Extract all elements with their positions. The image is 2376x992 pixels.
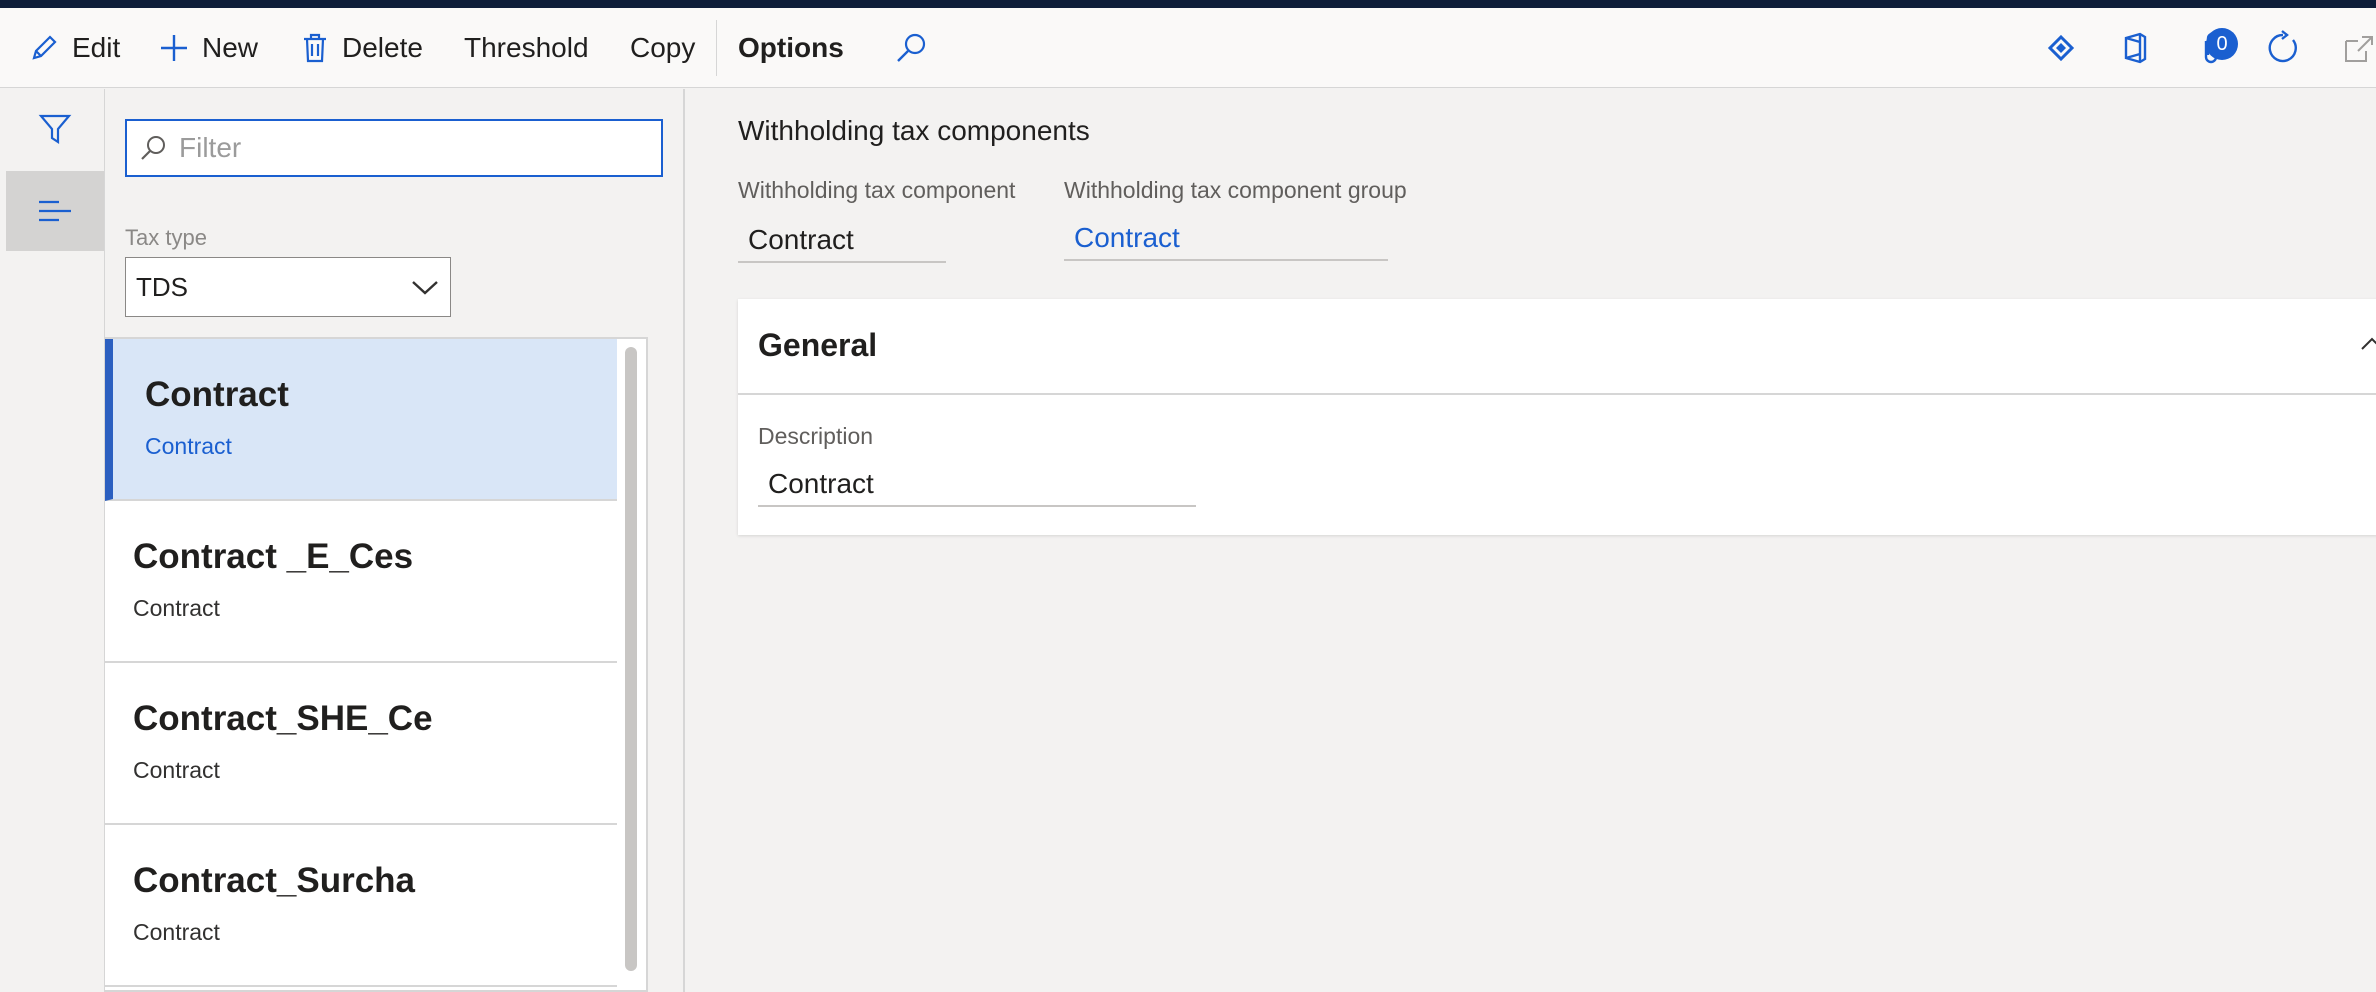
app-top-bar [0,0,2376,8]
new-button[interactable]: New [158,8,258,88]
office-icon [2124,32,2147,64]
delete-button[interactable]: Delete [300,8,423,88]
component-list: Contract Contract Contract _E_Ces Contra… [105,337,648,992]
list-item[interactable]: Contract_Surcha Contract [105,825,617,987]
chevron-up-icon [2361,337,2376,350]
detail-pane: Withholding tax components Withholding t… [686,89,2376,992]
filter-input[interactable] [177,131,641,165]
description-field[interactable]: Contract [758,463,1196,507]
list-pane: Tax type TDS Contract Contract Contract … [105,89,685,992]
options-label: Options [738,32,844,63]
general-section: General Description Contract [738,299,2376,535]
copy-button[interactable]: Copy [630,8,695,88]
list-item-subtitle: Contract [133,919,220,945]
chevron-down-icon [412,281,438,295]
search-icon [897,33,926,62]
threshold-button[interactable]: Threshold [464,8,589,88]
list-scrollbar[interactable] [625,347,637,971]
component-label: Withholding tax component [738,177,1016,203]
left-rail [6,89,105,992]
tax-type-value: TDS [136,271,188,302]
list-item-subtitle: Contract [133,595,220,621]
toolbar-divider [716,20,717,76]
list-item-title: Contract_SHE_Ce [133,699,433,738]
refresh-button[interactable] [2264,28,2302,68]
list-item-subtitle: Contract [145,433,232,459]
edit-button[interactable]: Edit [28,8,120,88]
tax-type-dropdown[interactable]: TDS [125,257,451,317]
refresh-icon [2268,30,2297,63]
diamond-icon [2047,34,2075,62]
list-item-title: Contract_Surcha [133,861,416,900]
list-item[interactable]: Contract_SHE_Ce Contract [105,663,617,825]
list-item-subtitle: Contract [133,757,220,783]
edit-label: Edit [72,32,121,63]
description-label: Description [758,423,874,449]
page-title: Withholding tax components [738,115,1090,146]
general-title: General [758,327,878,363]
group-label: Withholding tax component group [1064,177,1407,203]
general-section-header[interactable]: General [738,299,2376,395]
list-item-title: Contract _E_Ces [133,537,414,576]
tax-type-label: Tax type [125,225,207,250]
copy-label: Copy [630,32,696,63]
search-button[interactable] [894,8,940,88]
list-item[interactable]: Contract _E_Ces Contract [105,501,617,663]
threshold-label: Threshold [464,32,589,63]
trash-icon [304,33,326,63]
power-apps-button[interactable] [2044,28,2078,68]
edit-icon [32,35,57,60]
component-field[interactable]: Contract [738,219,946,263]
list-toggle-button[interactable] [6,171,104,251]
list-item[interactable]: Contract Contract [105,339,617,501]
list-lines-icon [39,200,71,222]
action-toolbar: Edit New Delete Threshold Copy Options 0 [0,8,2376,88]
search-icon [141,136,165,160]
new-label: New [202,32,259,63]
open-new-window-button[interactable] [2342,28,2376,68]
options-tab[interactable]: Options [738,8,844,88]
filter-box [125,119,663,177]
delete-label: Delete [342,32,423,63]
office-button[interactable] [2120,28,2150,68]
list-item-title: Contract [145,375,289,414]
attachments-count-badge: 0 [2206,28,2238,60]
group-link[interactable]: Contract [1064,217,1388,261]
filter-pane-button[interactable] [6,89,104,169]
open-new-window-icon [2345,36,2373,62]
plus-icon [161,35,187,61]
funnel-icon [38,114,72,145]
